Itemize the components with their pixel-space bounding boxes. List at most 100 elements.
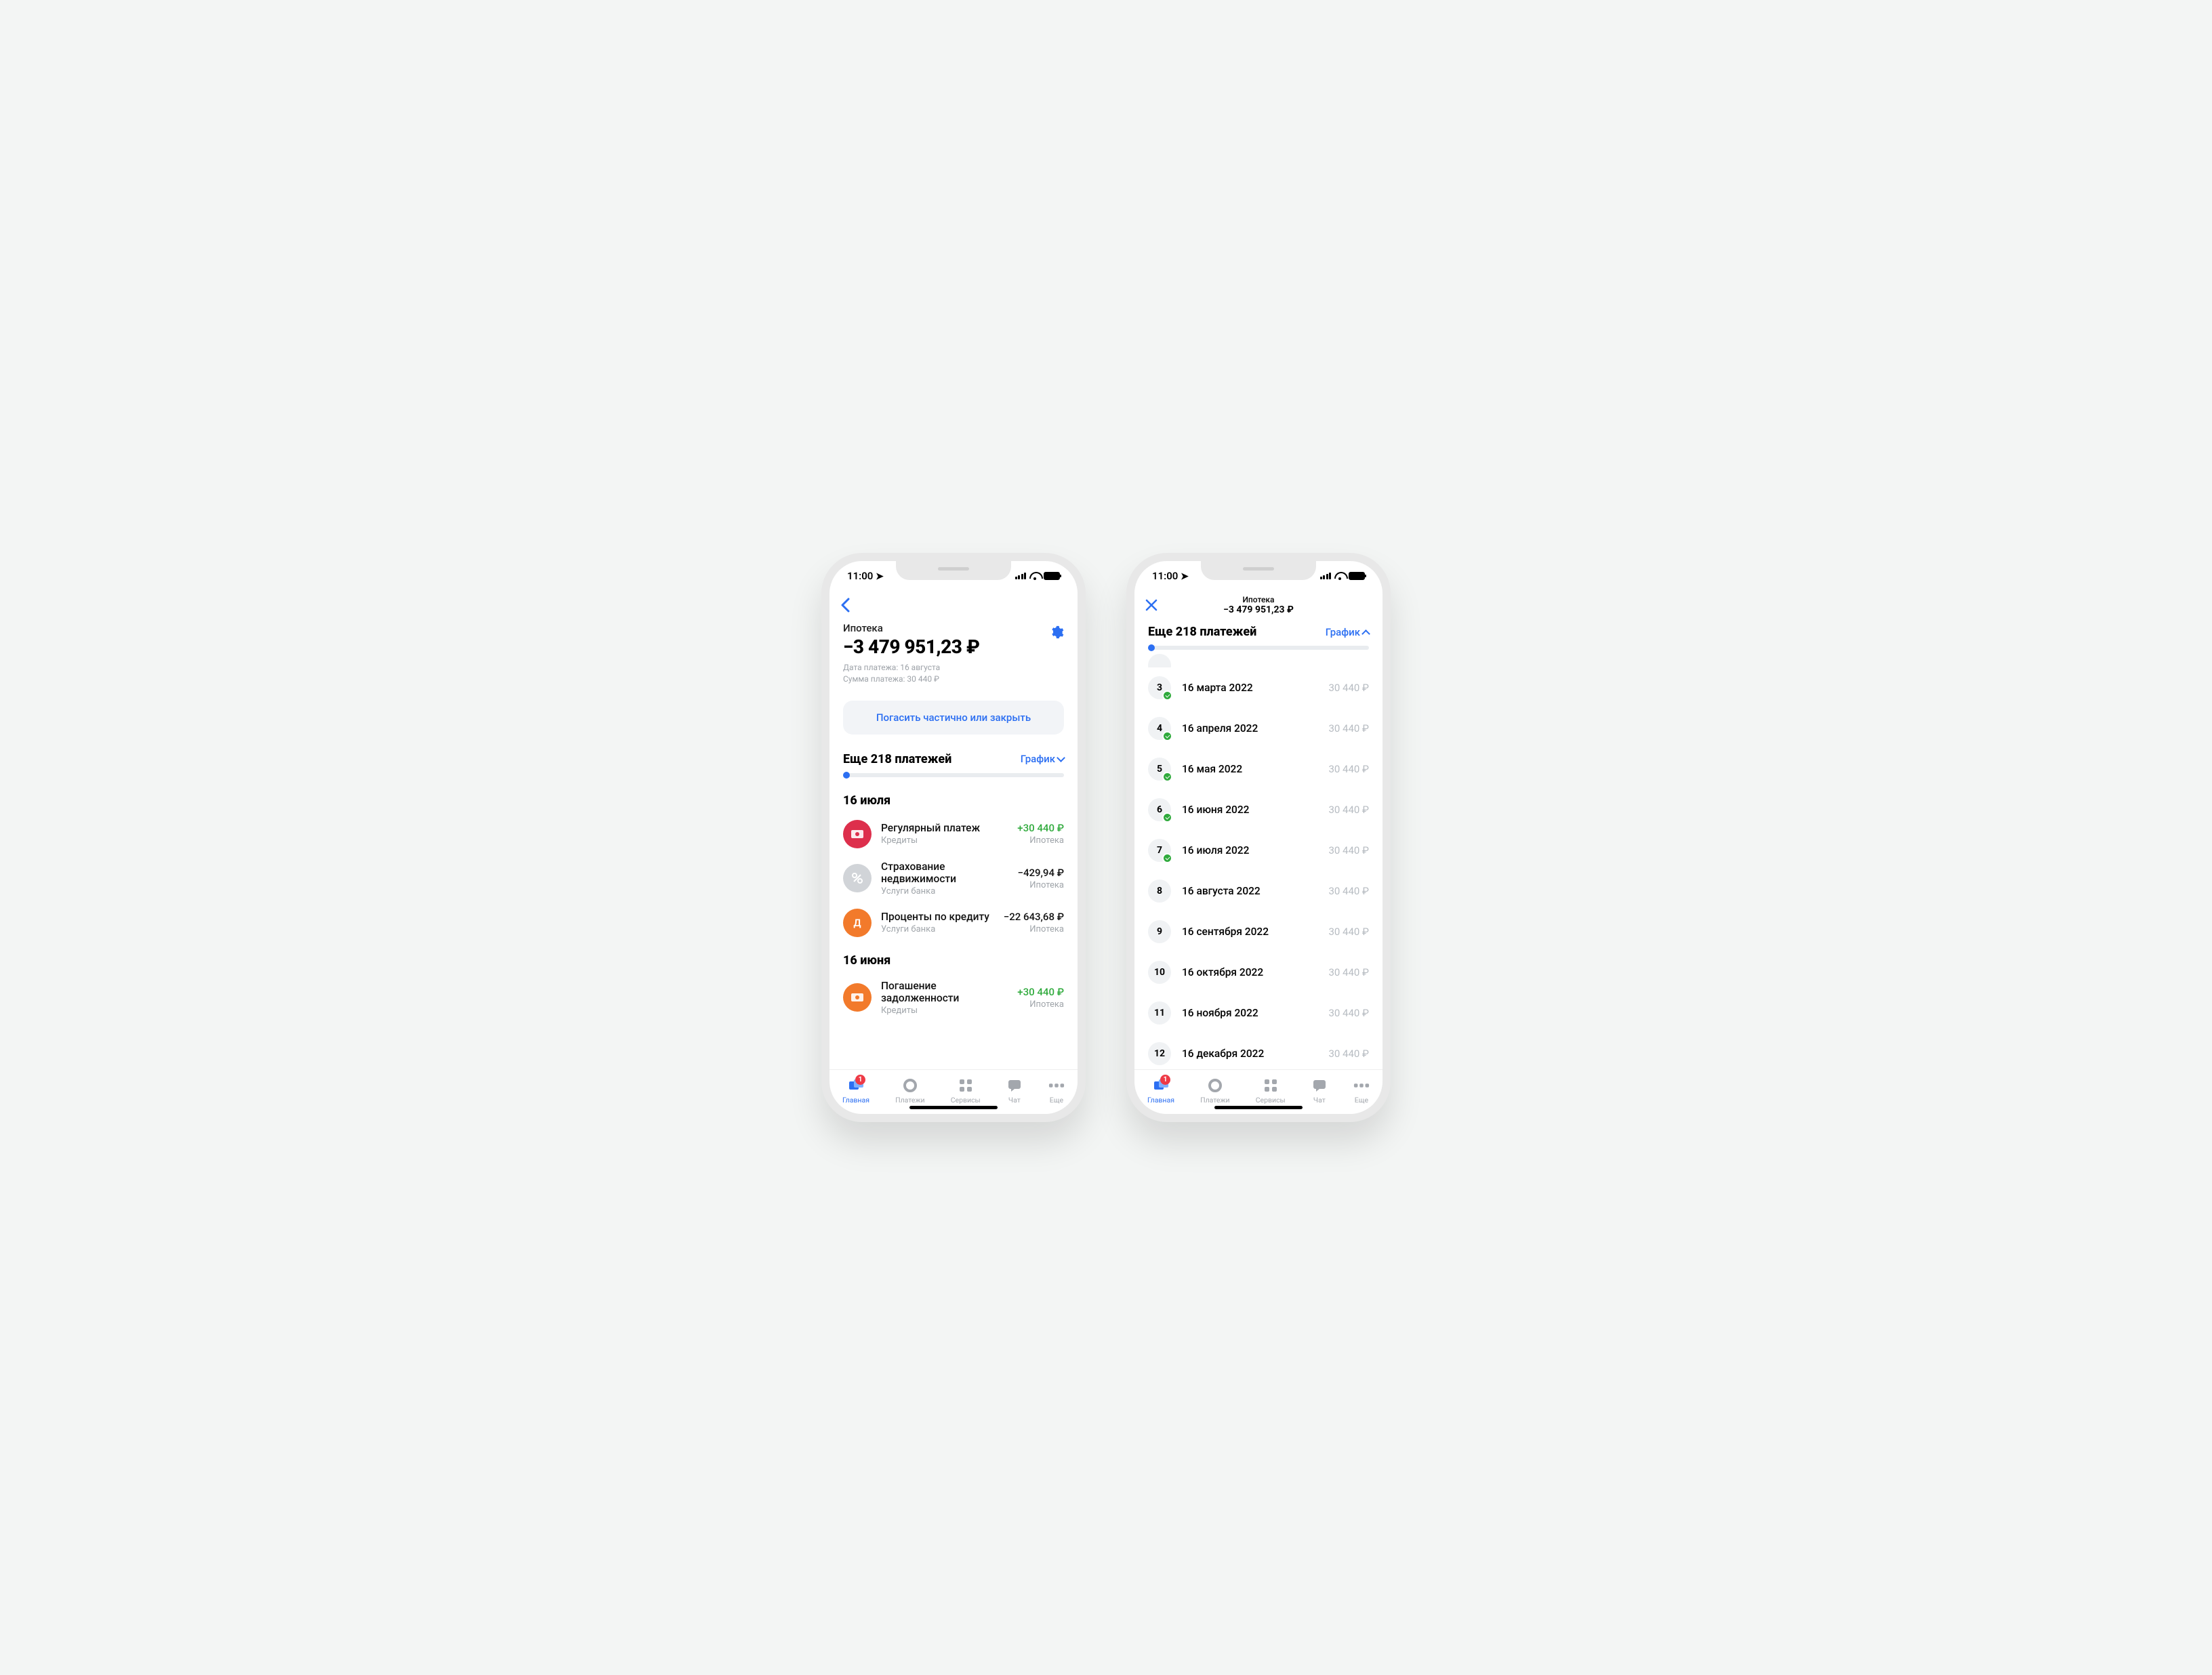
tx-icon [843, 983, 872, 1012]
services-icon [1263, 1077, 1279, 1094]
tx-icon [843, 864, 872, 892]
tab-label: Главная [1147, 1096, 1174, 1104]
progress-bar [843, 773, 1064, 777]
payment-date: 16 октября 2022 [1182, 966, 1317, 978]
status-time: 11:00 [1152, 570, 1178, 582]
payment-num: 4 [1148, 717, 1171, 740]
payment-num: 10 [1148, 961, 1171, 984]
account-balance: −3 479 951,23 ₽ [843, 636, 979, 658]
tab-services[interactable]: Сервисы [1256, 1077, 1286, 1104]
payment-amount: 30 440 ₽ [1328, 966, 1369, 978]
payment-meta: Дата платежа: 16 августа Сумма платежа: … [843, 662, 1064, 686]
schedule-row[interactable]: 9 16 сентября 2022 30 440 ₽ [1148, 911, 1369, 952]
date-header: 16 июня [843, 953, 1064, 968]
payment-amount: 30 440 ₽ [1328, 1007, 1369, 1019]
schedule-row[interactable]: 816 августа 202230 440 ₽ [1148, 871, 1369, 911]
home-indicator[interactable] [1214, 1106, 1303, 1109]
schedule-row[interactable]: 516 мая 202230 440 ₽ [1148, 749, 1369, 789]
tx-category: Ипотека [1017, 835, 1064, 846]
close-button[interactable] [1145, 599, 1158, 611]
schedule-row[interactable]: 1216 декабря 202230 440 ₽ [1148, 1033, 1369, 1069]
tx-sub: Услуги банка [881, 924, 994, 934]
tab-more[interactable]: Еще [1048, 1077, 1065, 1104]
tab-payments[interactable]: Платежи [895, 1077, 925, 1104]
date-header: 16 июля [843, 793, 1064, 808]
tab-home[interactable]: Главная 1 [842, 1077, 869, 1104]
wifi-icon [1334, 572, 1345, 580]
more-icon [1353, 1077, 1370, 1094]
schedule-row[interactable]: 10 16 октября 2022 30 440 ₽ [1148, 952, 1369, 993]
schedule-toggle[interactable]: График [1021, 753, 1064, 765]
schedule-row[interactable]: 4 16 апреля 2022 30 440 ₽ [1148, 708, 1369, 749]
tx-sub: Кредиты [881, 835, 1008, 846]
nav-subtitle: Ипотека [1223, 595, 1294, 604]
badge: 1 [855, 1075, 865, 1085]
payment-amount: 30 440 ₽ [1328, 926, 1369, 938]
tx-icon [843, 820, 872, 848]
transaction-row[interactable]: Страхование недвижимостиУслуги банка−429… [843, 861, 1064, 896]
tx-title: Страхование недвижимости [881, 861, 1008, 885]
schedule-row[interactable]: 716 июля 202230 440 ₽ [1148, 830, 1369, 871]
account-name: Ипотека [843, 622, 979, 634]
nav-bar [830, 591, 1078, 618]
payments-icon [902, 1077, 918, 1094]
payment-amount: 30 440 ₽ [1328, 722, 1369, 735]
tx-category: Ипотека [1018, 880, 1064, 890]
status-time: 11:00 [847, 570, 873, 582]
payments-icon [1207, 1077, 1223, 1094]
signal-icon [1015, 573, 1027, 579]
payment-num: 8 [1148, 880, 1171, 903]
schedule-row[interactable]: 11 16 ноября 2022 30 440 ₽ [1148, 993, 1369, 1033]
nav-balance: −3 479 951,23 ₽ [1223, 604, 1294, 615]
battery-icon [1349, 572, 1365, 580]
payment-date: 16 сентября 2022 [1182, 926, 1317, 938]
payment-num: 9 [1148, 920, 1171, 943]
location-icon: ➤ [1181, 571, 1189, 582]
tx-sub: Услуги банка [881, 886, 1008, 896]
tx-title: Регулярный платеж [881, 822, 1008, 834]
tab-chat[interactable]: Чат [1311, 1077, 1328, 1104]
remaining-payments-title: Еще 218 платежей [843, 752, 951, 766]
tab-home[interactable]: Главная1 [1147, 1077, 1174, 1104]
schedule-row[interactable]: 316 марта 202230 440 ₽ [1148, 667, 1369, 708]
payment-date: 16 апреля 2022 [1182, 722, 1317, 735]
tx-category: Ипотека [1004, 924, 1064, 934]
transaction-row[interactable]: Регулярный платежКредиты+30 440 ₽Ипотека [843, 820, 1064, 848]
payment-date: 16 мая 2022 [1182, 763, 1317, 775]
back-button[interactable] [840, 598, 850, 613]
phone-left: 11:00 ➤ Ипотека −3 479 951,23 ₽ [821, 553, 1086, 1122]
settings-button[interactable] [1049, 625, 1064, 640]
phone-right: 11:00 ➤ Ипотека −3 479 951,23 ₽ Еще [1126, 553, 1391, 1122]
tx-icon: Д [843, 909, 872, 937]
payment-amount: 30 440 ₽ [1328, 1048, 1369, 1060]
transaction-row[interactable]: Погашение задолженностиКредиты+30 440 ₽И… [843, 980, 1064, 1016]
battery-icon [1044, 572, 1060, 580]
payment-date: 16 июня 2022 [1182, 804, 1317, 816]
payment-num: 7 [1148, 839, 1171, 862]
payment-amount: 30 440 ₽ [1328, 885, 1369, 897]
notch [896, 561, 1011, 580]
home-indicator[interactable] [909, 1106, 998, 1109]
payment-num: 11 [1148, 1001, 1171, 1025]
notch [1201, 561, 1316, 580]
payment-date: 16 ноября 2022 [1182, 1007, 1317, 1019]
tx-category: Ипотека [1017, 999, 1064, 1010]
payment-date: 16 июля 2022 [1182, 844, 1317, 856]
nav-bar: Ипотека −3 479 951,23 ₽ [1134, 591, 1382, 618]
tab-payments[interactable]: Платежи [1200, 1077, 1230, 1104]
remaining-payments-title: Еще 218 платежей [1148, 625, 1256, 639]
transaction-row[interactable]: ДПроценты по кредитуУслуги банка−22 643,… [843, 909, 1064, 937]
schedule-toggle[interactable]: График [1326, 626, 1369, 638]
tab-chat[interactable]: Чат [1006, 1077, 1023, 1104]
repay-button[interactable]: Погасить частично или закрыть [843, 701, 1064, 735]
tx-title: Проценты по кредиту [881, 911, 994, 923]
tx-sub: Кредиты [881, 1006, 1008, 1016]
schedule-row[interactable]: 616 июня 202230 440 ₽ [1148, 789, 1369, 830]
services-icon [958, 1077, 974, 1094]
chat-icon [1006, 1077, 1023, 1094]
tab-more[interactable]: Еще [1353, 1077, 1370, 1104]
tab-services[interactable]: Сервисы [951, 1077, 981, 1104]
progress-bar [1148, 646, 1369, 650]
wifi-icon [1029, 572, 1040, 580]
tab-label: Главная [842, 1096, 869, 1104]
